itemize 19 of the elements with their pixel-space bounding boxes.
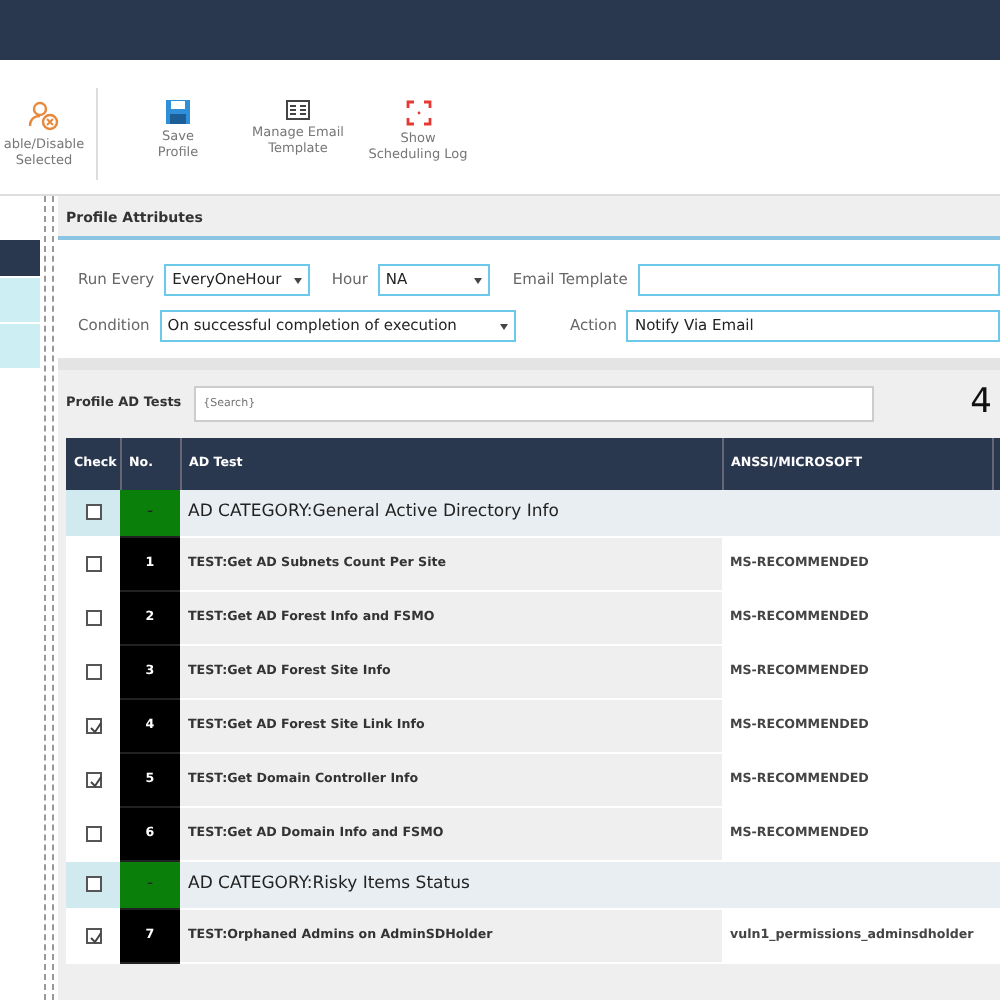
row-number: - bbox=[120, 489, 180, 537]
category-title: AD CATEGORY:Risky Items Status bbox=[180, 861, 722, 909]
template-icon bbox=[286, 100, 310, 120]
checkbox[interactable] bbox=[85, 717, 101, 734]
checkbox[interactable] bbox=[85, 875, 101, 892]
checkbox[interactable] bbox=[85, 825, 101, 842]
row-number: - bbox=[120, 861, 180, 909]
splitter[interactable] bbox=[44, 196, 54, 1000]
checkbox[interactable] bbox=[85, 771, 101, 788]
input-field[interactable] bbox=[637, 264, 1000, 296]
category-title: AD CATEGORY:General Active Directory Info bbox=[180, 489, 722, 537]
checkbox[interactable] bbox=[85, 555, 101, 572]
checkbox[interactable] bbox=[85, 503, 101, 520]
checkbox[interactable] bbox=[85, 663, 101, 680]
checkbox[interactable] bbox=[85, 927, 101, 944]
count-label: 4 bbox=[970, 380, 992, 426]
user-remove-icon bbox=[28, 100, 60, 132]
checkbox[interactable] bbox=[85, 609, 101, 626]
expand-icon bbox=[405, 100, 431, 126]
